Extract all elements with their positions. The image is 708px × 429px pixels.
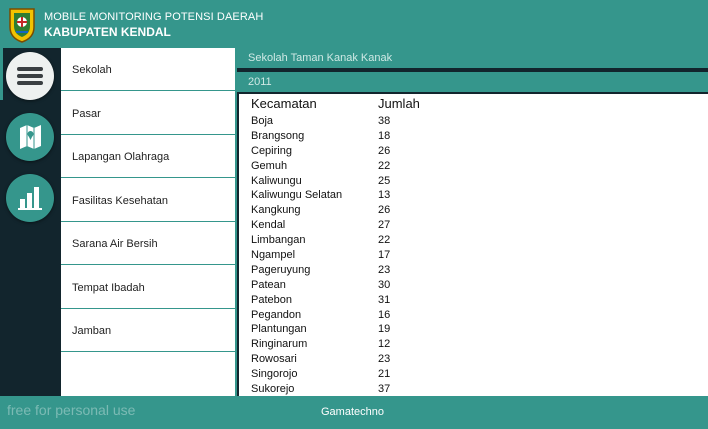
nav-item-fasilitas-kesehatan[interactable]: Fasilitas Kesehatan: [61, 179, 235, 222]
jumlah-cell: 18: [378, 129, 391, 142]
app-title: KABUPATEN KENDAL: [44, 25, 171, 39]
jumlah-cell: 23: [378, 263, 391, 276]
table-row: Kendal 27: [239, 218, 708, 233]
jumlah-cell: 31: [378, 293, 391, 306]
nav-item-pasar[interactable]: Pasar: [61, 92, 235, 135]
jumlah-cell: 19: [378, 323, 391, 336]
kecamatan-cell: Kaliwungu Selatan: [251, 189, 343, 202]
jumlah-cell: 12: [378, 338, 391, 351]
menu-button[interactable]: [6, 52, 54, 100]
jumlah-cell: 27: [378, 219, 391, 232]
jumlah-cell: 17: [378, 249, 391, 262]
kecamatan-cell: Plantungan: [251, 323, 307, 336]
chart-button[interactable]: [6, 174, 54, 222]
table-body: Boja 38 Brangsong 18 Cepiring 26 Gemuh 22 Kaliwu…: [239, 114, 708, 396]
nav-item-label: Sarana Air Bersih: [72, 238, 158, 250]
jumlah-cell: 26: [378, 204, 391, 217]
watermark-text: free for personal use: [7, 402, 136, 418]
nav-item-label: Fasilitas Kesehatan: [72, 194, 168, 207]
data-table[interactable]: Kecamatan Jumlah Boja 38 Brangsong 18 Cepiri…: [239, 94, 708, 396]
jumlah-cell: 38: [378, 115, 391, 127]
nav-item-sekolah[interactable]: Sekolah: [61, 48, 235, 91]
map-icon: [20, 125, 41, 149]
category-title: Sekolah Taman Kanak Kanak: [248, 52, 393, 64]
table-row: Plantungan 19: [239, 322, 708, 337]
column-header-kecamatan: Kecamatan: [251, 96, 317, 111]
table-row: Ngampel 17: [239, 248, 708, 263]
table-row: Limbangan 22: [239, 233, 708, 248]
kecamatan-cell: Brangsong: [251, 129, 305, 142]
jumlah-cell: 16: [378, 308, 391, 321]
year-bar[interactable]: 2011: [237, 72, 708, 92]
table-row: Singorojo 21: [239, 367, 708, 382]
jumlah-cell: 23: [378, 353, 391, 366]
content-panel: Sekolah Taman Kanak Kanak 2011 Kecamatan…: [237, 48, 708, 396]
category-nav: Sekolah Pasar Lapangan Olahraga Fasilita…: [61, 48, 235, 396]
table-row: Patebon 31: [239, 293, 708, 308]
hamburger-menu-icon: [17, 67, 43, 85]
kecamatan-cell: Ringinarum: [251, 338, 308, 351]
table-row: Rowosari 23: [239, 352, 708, 367]
nav-item-sarana-air-bersih[interactable]: Sarana Air Bersih: [61, 222, 235, 265]
year-label: 2011: [248, 76, 272, 88]
app-subtitle: MOBILE MONITORING POTENSI DAERAH: [44, 11, 264, 23]
table-row: Patean 30: [239, 278, 708, 293]
nav-item-label: Sekolah: [72, 64, 112, 76]
footer-brand: Gamatechno: [321, 406, 384, 418]
nav-item-label: Lapangan Olahraga: [72, 151, 170, 163]
nav-item-label: Pasar: [72, 107, 101, 120]
kecamatan-cell: Sukorejo: [251, 383, 295, 396]
app-header: MOBILE MONITORING POTENSI DAERAH KABUPAT…: [0, 0, 708, 48]
kecamatan-cell: Patean: [251, 278, 286, 291]
nav-item-label: Jamban: [72, 325, 112, 337]
table-row: Gemuh 22: [239, 159, 708, 174]
map-button[interactable]: [6, 113, 54, 161]
jumlah-cell: 25: [378, 174, 391, 187]
category-bar: Sekolah Taman Kanak Kanak: [237, 48, 708, 68]
kecamatan-cell: Pegandon: [251, 308, 302, 321]
column-header-jumlah: Jumlah: [378, 96, 420, 111]
kecamatan-cell: Singorojo: [251, 368, 298, 381]
kecamatan-cell: Ngampel: [251, 249, 296, 262]
table-row: Cepiring 26: [239, 144, 708, 159]
jumlah-cell: 37: [378, 383, 391, 396]
table-row: Ringinarum 12: [239, 337, 708, 352]
icon-rail: [0, 48, 61, 396]
table-row: Boja 38: [239, 114, 708, 129]
kecamatan-cell: Rowosari: [251, 353, 297, 366]
kecamatan-cell: Pageruyung: [251, 263, 311, 276]
nav-item-tempat-ibadah[interactable]: Tempat Ibadah: [61, 266, 235, 309]
table-row: Sukorejo 37: [239, 382, 708, 396]
nav-item-lapangan-olahraga[interactable]: Lapangan Olahraga: [61, 135, 235, 178]
nav-item-label: Tempat Ibadah: [72, 281, 145, 294]
kecamatan-cell: Limbangan: [251, 234, 306, 247]
jumlah-cell: 22: [378, 159, 391, 172]
table-row: Brangsong 18: [239, 129, 708, 144]
kecamatan-cell: Kangkung: [251, 204, 301, 217]
kecamatan-cell: Gemuh: [251, 159, 288, 172]
table-row: Kaliwungu Selatan 13: [239, 188, 708, 203]
app-footer: free for personal use Gamatechno: [0, 396, 708, 429]
nav-item-jamban[interactable]: Jamban: [61, 309, 235, 352]
kecamatan-cell: Boja: [251, 115, 274, 127]
rail-active-indicator: [0, 48, 3, 100]
table-row: Pegandon 16: [239, 308, 708, 323]
kecamatan-cell: Patebon: [251, 293, 292, 306]
jumlah-cell: 13: [378, 189, 391, 202]
jumlah-cell: 26: [378, 144, 391, 157]
kendal-logo-icon: [9, 8, 35, 43]
jumlah-cell: 21: [378, 368, 391, 381]
jumlah-cell: 30: [378, 278, 391, 291]
kecamatan-cell: Kendal: [251, 219, 286, 232]
table-row: Pageruyung 23: [239, 263, 708, 278]
kecamatan-cell: Cepiring: [251, 144, 292, 157]
bar-chart-icon: [18, 187, 42, 210]
table-row: Kangkung 26: [239, 203, 708, 218]
kecamatan-cell: Kaliwungu: [251, 174, 302, 187]
jumlah-cell: 22: [378, 234, 391, 247]
table-row: Kaliwungu 25: [239, 174, 708, 189]
